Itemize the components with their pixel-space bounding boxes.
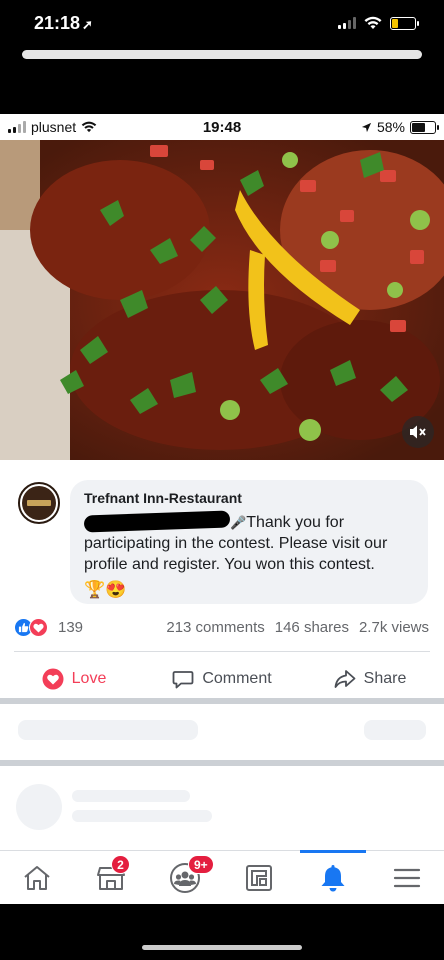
divider [14, 651, 430, 652]
love-label: Love [71, 670, 107, 687]
redacted-mention [83, 510, 231, 533]
outer-status-bar: 21:18 ➚ [0, 0, 444, 48]
share-button[interactable]: Share [296, 659, 444, 699]
battery-percent: 58% [376, 119, 405, 135]
commenter-avatar[interactable] [18, 482, 60, 524]
reaction-icons[interactable] [14, 618, 48, 637]
comment-text: 🎤Thank you for participating in the cont… [83, 510, 414, 600]
tab-notifications[interactable] [316, 861, 350, 895]
loading-placeholder [72, 790, 190, 802]
location-arrow-icon: ➚ [82, 17, 93, 32]
tab-menu[interactable] [390, 861, 424, 895]
cellular-signal-icon [338, 17, 356, 29]
tab-groups[interactable]: 9+ [168, 855, 214, 895]
comment-icon [172, 671, 194, 689]
loading-placeholder [72, 810, 212, 822]
home-indicator[interactable] [142, 945, 302, 950]
active-tab-indicator [300, 850, 366, 853]
comment-emojis: 🏆😍 [84, 580, 127, 599]
tab-marketplace[interactable]: 2 [94, 855, 130, 895]
tab-pages[interactable] [242, 861, 276, 895]
shares-count[interactable]: 146 shares [275, 619, 349, 636]
location-icon [361, 122, 372, 132]
inner-status-right: 58% [361, 119, 439, 135]
sheet-grabber[interactable] [22, 50, 422, 59]
post-stats: 213 comments 146 shares 2.7k views [166, 619, 429, 636]
mute-button[interactable] [402, 416, 434, 448]
video-thumbnail[interactable] [0, 140, 444, 460]
outer-time-text: 21:18 [34, 13, 81, 33]
tab-home[interactable] [20, 861, 54, 895]
outer-clock: 21:18 ➚ [34, 13, 93, 34]
battery-icon [390, 16, 419, 30]
engagement-row: 139 213 comments 146 shares 2.7k views [0, 614, 444, 640]
post-actions: Love Comment Share [0, 659, 444, 699]
food-image [0, 140, 444, 460]
inner-screenshot: plusnet 19:48 58% Trefnant Inn-Restauran… [0, 114, 444, 904]
comments-count[interactable]: 213 comments [166, 619, 264, 636]
comment-author[interactable]: Trefnant Inn-Restaurant [84, 490, 414, 506]
inner-battery-icon [410, 120, 439, 134]
mute-icon [410, 425, 426, 439]
loading-placeholder [364, 720, 426, 740]
views-count: 2.7k views [358, 619, 429, 636]
bell-icon [321, 865, 345, 892]
microphone-icon: 🎤 [230, 515, 247, 530]
love-reaction-icon [29, 618, 48, 637]
marketplace-badge: 2 [111, 855, 130, 874]
inner-status-bar: plusnet 19:48 58% [0, 114, 444, 140]
comment-item: Trefnant Inn-Restaurant 🎤Thank you for p… [0, 460, 444, 610]
loading-placeholder [18, 720, 198, 740]
share-label: Share [363, 670, 407, 687]
reaction-count[interactable]: 139 [58, 619, 83, 636]
love-icon [42, 668, 64, 690]
loading-avatar [16, 784, 62, 830]
groups-badge: 9+ [188, 855, 214, 874]
love-button[interactable]: Love [0, 659, 148, 699]
home-icon [24, 866, 50, 890]
pages-icon [246, 865, 272, 891]
bottom-tab-bar: 2 9+ [0, 850, 444, 904]
menu-icon [393, 868, 421, 888]
comment-bubble: Trefnant Inn-Restaurant 🎤Thank you for p… [70, 480, 428, 604]
wifi-icon [364, 16, 382, 29]
comment-button[interactable]: Comment [148, 659, 296, 699]
restaurant-logo [22, 486, 56, 520]
section-separator [0, 760, 444, 766]
share-icon [334, 670, 356, 688]
comment-label: Comment [202, 670, 272, 687]
section-separator [0, 698, 444, 704]
outer-status-icons [338, 16, 419, 30]
